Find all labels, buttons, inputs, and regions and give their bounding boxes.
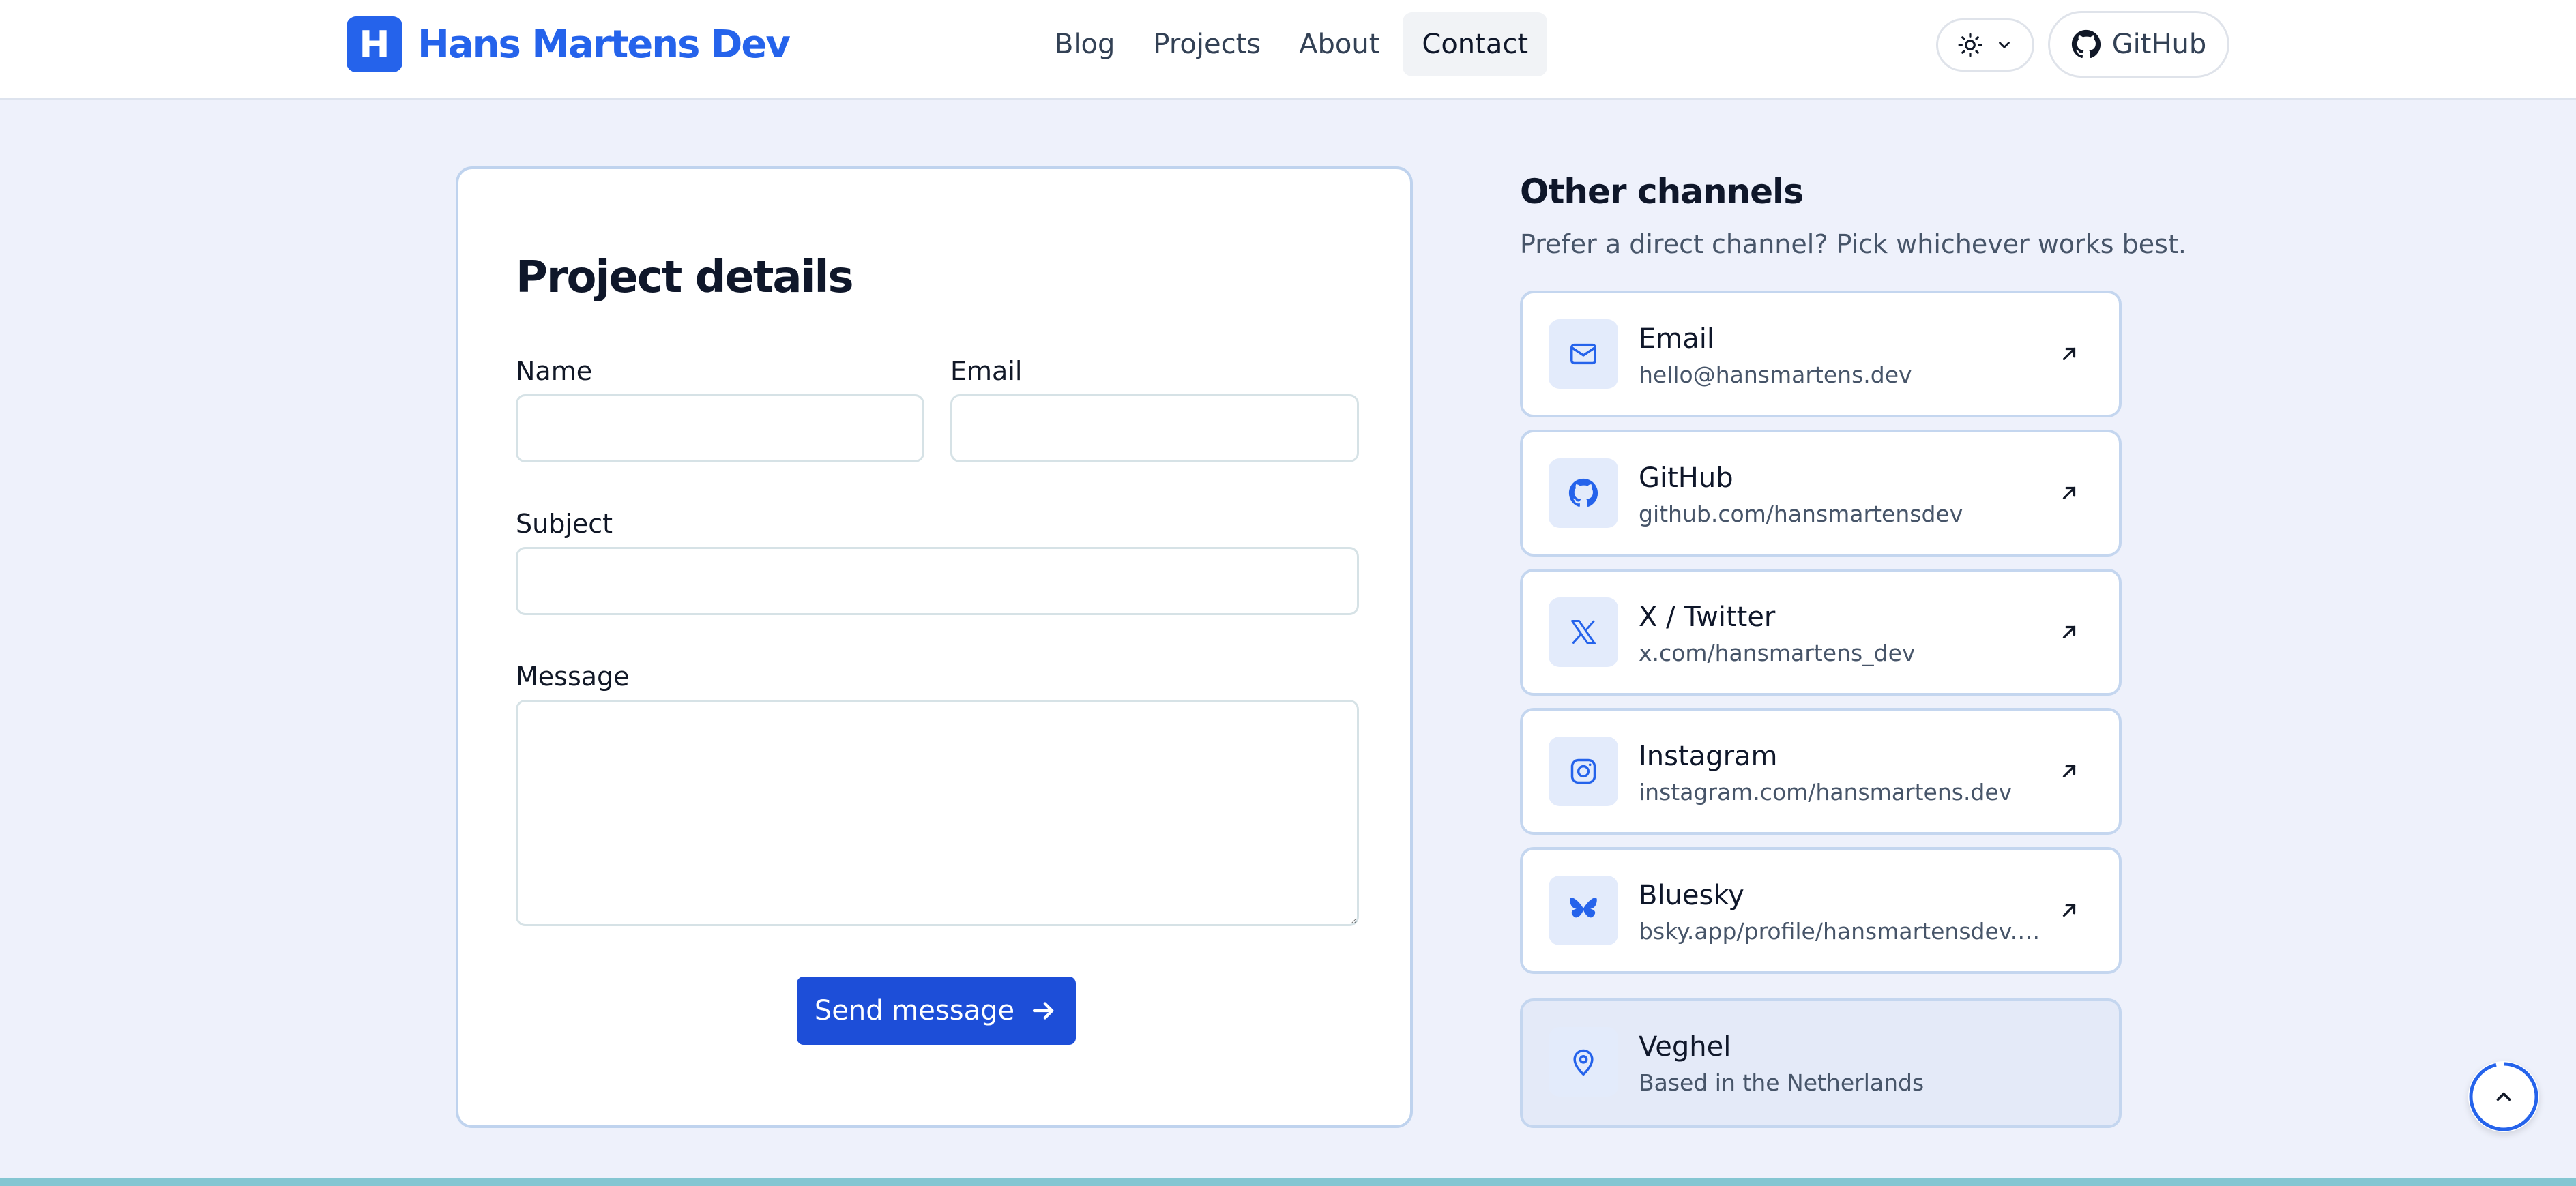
location-name: Veghel [1639,1031,1731,1063]
github-icon [1549,458,1618,528]
send-message-button[interactable]: Send message [797,977,1076,1045]
external-link-icon [2062,486,2076,500]
location-value: Based in the Netherlands [1639,1069,1924,1096]
chevron-down-icon [1999,42,2010,48]
arrow-right-icon [1033,1002,1054,1020]
nav-item-about[interactable]: About [1280,12,1399,76]
subject-input[interactable] [516,547,1359,615]
other-channels-title: Other channels [1520,172,1804,211]
theme-toggle-button[interactable] [1936,18,2034,72]
location-card: Veghel Based in the Netherlands [1520,998,2122,1128]
channel-name: Email [1639,323,1714,355]
channel-value: bsky.app/profile/hansmartensdev.bsky.soc… [1639,918,2041,945]
main-nav: Blog Projects About Contact [1036,12,1548,76]
channel-value: x.com/hansmartens_dev [1639,640,1916,666]
external-link-icon [2062,347,2076,361]
email-label: Email [950,356,1023,386]
nav-item-blog[interactable]: Blog [1036,12,1134,76]
map-pin-icon [1549,1027,1618,1097]
channel-value: github.com/hansmartensdev [1639,501,1963,527]
message-textarea[interactable] [516,700,1359,926]
channel-card-x-twitter[interactable]: X / Twitter x.com/hansmartens_dev [1520,569,2122,696]
nav-item-contact[interactable]: Contact [1403,12,1548,76]
nav-item-projects[interactable]: Projects [1134,12,1280,76]
footer-accent-bar [0,1178,2576,1186]
github-header-label: GitHub [2111,29,2207,60]
external-link-icon [2062,904,2076,917]
channel-card-bluesky[interactable]: Bluesky bsky.app/profile/hansmartensdev.… [1520,847,2122,974]
name-label: Name [516,356,593,386]
form-title: Project details [516,252,854,303]
site-header: H Hans Martens Dev Blog Projects About C… [0,0,2576,100]
channel-name: X / Twitter [1639,602,1776,633]
chevron-up-icon [2496,1092,2511,1101]
channel-name: Bluesky [1639,880,1744,911]
butterfly-icon [1549,876,1618,945]
name-input[interactable] [516,394,924,462]
scroll-to-top-button[interactable] [2468,1061,2539,1132]
channel-name: Instagram [1639,741,1778,772]
channel-card-instagram[interactable]: Instagram instagram.com/hansmartens.dev [1520,708,2122,835]
channel-name: GitHub [1639,462,1733,494]
email-input[interactable] [950,394,1359,462]
channel-value: instagram.com/hansmartens.dev [1639,779,2012,805]
mail-icon [1549,319,1618,389]
external-link-icon [2062,625,2076,639]
github-header-button[interactable]: GitHub [2048,11,2229,78]
channel-card-github[interactable]: GitHub github.com/hansmartensdev [1520,430,2122,557]
github-icon [2071,29,2101,59]
brand-name: Hans Martens Dev [418,22,791,67]
brand-mark: H [347,16,402,72]
brand-logo-link[interactable]: H Hans Martens Dev [347,16,791,72]
project-details-form: Project details Name Email Subject Messa… [456,166,1413,1128]
message-label: Message [516,662,630,692]
x-icon [1549,597,1618,667]
subject-label: Subject [516,509,613,539]
sun-icon [1958,33,1982,57]
send-message-label: Send message [814,995,1015,1026]
other-channels-subtitle: Prefer a direct channel? Pick whichever … [1520,229,2186,259]
channel-value: hello@hansmartens.dev [1639,361,1912,388]
instagram-icon [1549,737,1618,806]
external-link-icon [2062,765,2076,778]
channel-card-email[interactable]: Email hello@hansmartens.dev [1520,291,2122,417]
